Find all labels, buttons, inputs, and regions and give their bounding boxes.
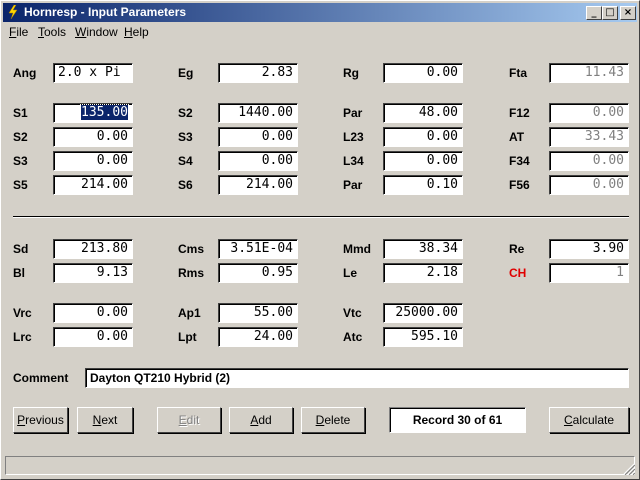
label-s2: S2 — [13, 130, 28, 144]
field-s1[interactable]: 135.00 — [53, 103, 133, 123]
field-lpt[interactable]: 24.00 — [218, 327, 298, 347]
menu-tools[interactable]: Tools — [38, 25, 66, 39]
label-atc: Atc — [343, 330, 363, 344]
field-bl[interactable]: 9.13 — [53, 263, 133, 283]
add-button[interactable]: Add — [229, 407, 293, 433]
field-le[interactable]: 2.18 — [383, 263, 463, 283]
label-par2: Par — [343, 178, 363, 192]
label-eg: Eg — [178, 66, 194, 80]
field-atc[interactable]: 595.10 — [383, 327, 463, 347]
label-l23: L23 — [343, 130, 364, 144]
label-s3: S3 — [13, 154, 28, 168]
edit-button[interactable]: Edit — [157, 407, 221, 433]
field-s5[interactable]: 214.00 — [53, 175, 133, 195]
field-lrc[interactable]: 0.00 — [53, 327, 133, 347]
previous-button[interactable]: Previous — [13, 407, 68, 433]
label-s5: S5 — [13, 178, 28, 192]
label-comment: Comment — [13, 371, 69, 385]
next-button[interactable]: Next — [77, 407, 133, 433]
field-f56: 0.00 — [549, 175, 629, 195]
field-s3b[interactable]: 0.00 — [218, 127, 298, 147]
label-f34: F34 — [509, 154, 530, 168]
field-ch: 1 — [549, 263, 629, 283]
comment-field[interactable]: Dayton QT210 Hybrid (2) — [85, 368, 629, 388]
field-vtc[interactable]: 25000.00 — [383, 303, 463, 323]
field-s6[interactable]: 214.00 — [218, 175, 298, 195]
separator — [13, 216, 629, 218]
calculate-button[interactable]: Calculate — [549, 407, 629, 433]
label-cms: Cms — [178, 242, 205, 256]
main-window: Hornresp - Input Parameters _ □ × File T… — [0, 0, 640, 480]
label-sd: Sd — [13, 242, 29, 256]
window-title: Hornresp - Input Parameters — [24, 5, 187, 19]
minimize-button[interactable]: _ — [586, 6, 602, 20]
field-sd[interactable]: 213.80 — [53, 239, 133, 259]
field-par1[interactable]: 48.00 — [383, 103, 463, 123]
field-s2[interactable]: 0.00 — [53, 127, 133, 147]
lightning-icon — [8, 5, 18, 19]
label-rms: Rms — [178, 266, 205, 280]
maximize-button[interactable]: □ — [602, 6, 618, 20]
close-button[interactable]: × — [620, 6, 636, 20]
menu-window[interactable]: Window — [75, 25, 118, 39]
label-l34: L34 — [343, 154, 364, 168]
field-s4[interactable]: 0.00 — [218, 151, 298, 171]
menu-help[interactable]: Help — [124, 25, 149, 39]
maximize-icon: □ — [605, 7, 615, 18]
label-s3b: S3 — [178, 130, 193, 144]
field-ap1[interactable]: 55.00 — [218, 303, 298, 323]
label-s1: S1 — [13, 106, 28, 120]
field-s2b[interactable]: 1440.00 — [218, 103, 298, 123]
label-ch[interactable]: CH — [509, 266, 526, 280]
field-l23[interactable]: 0.00 — [383, 127, 463, 147]
field-at: 33.43 — [549, 127, 629, 147]
label-vtc: Vtc — [343, 306, 362, 320]
field-fta: 11.43 — [549, 63, 629, 83]
label-s6: S6 — [178, 178, 193, 192]
field-f34: 0.00 — [549, 151, 629, 171]
label-lrc: Lrc — [13, 330, 32, 344]
label-mmd: Mmd — [343, 242, 371, 256]
field-l34[interactable]: 0.00 — [383, 151, 463, 171]
minimize-icon: _ — [591, 7, 597, 18]
menu-file[interactable]: File — [9, 25, 28, 39]
label-ang: Ang — [13, 66, 37, 80]
label-ap1: Ap1 — [178, 306, 201, 320]
label-re: Re — [509, 242, 525, 256]
label-fta: Fta — [509, 66, 527, 80]
field-par2[interactable]: 0.10 — [383, 175, 463, 195]
field-cms[interactable]: 3.51E-04 — [218, 239, 298, 259]
field-eg[interactable]: 2.83 — [218, 63, 298, 83]
label-le: Le — [343, 266, 358, 280]
label-bl: Bl — [13, 266, 25, 280]
field-ang[interactable]: 2.0 x Pi — [53, 63, 133, 83]
field-mmd[interactable]: 38.34 — [383, 239, 463, 259]
label-s2b: S2 — [178, 106, 193, 120]
label-lpt: Lpt — [178, 330, 197, 344]
label-f56: F56 — [509, 178, 530, 192]
field-f12: 0.00 — [549, 103, 629, 123]
label-s4: S4 — [178, 154, 193, 168]
label-vrc: Vrc — [13, 306, 32, 320]
delete-button[interactable]: Delete — [301, 407, 365, 433]
resize-grip-icon[interactable] — [623, 463, 635, 475]
close-icon: × — [623, 7, 633, 18]
label-f12: F12 — [509, 106, 530, 120]
field-s1-value: 135.00 — [80, 104, 129, 121]
field-re[interactable]: 3.90 — [549, 239, 629, 259]
label-rg: Rg — [343, 66, 359, 80]
field-rms[interactable]: 0.95 — [218, 263, 298, 283]
menu-bar: File Tools Window Help — [3, 23, 637, 41]
field-rg[interactable]: 0.00 — [383, 63, 463, 83]
record-indicator: Record 30 of 61 — [389, 407, 526, 433]
label-at: AT — [509, 130, 525, 144]
status-bar — [5, 456, 635, 475]
field-s3[interactable]: 0.00 — [53, 151, 133, 171]
field-vrc[interactable]: 0.00 — [53, 303, 133, 323]
label-par1: Par — [343, 106, 363, 120]
title-bar[interactable]: Hornresp - Input Parameters _ □ × — [3, 3, 637, 22]
